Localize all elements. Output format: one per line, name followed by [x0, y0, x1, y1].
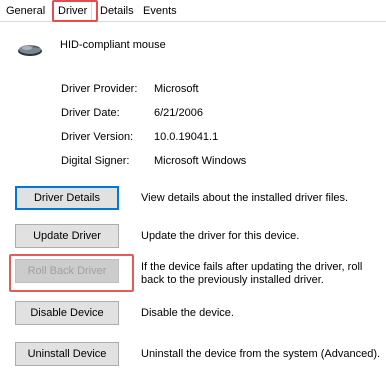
disable-device-description: Disable the device.	[141, 307, 234, 319]
tab-events[interactable]: Events	[139, 3, 181, 22]
uninstall-device-description: Uninstall the device from the system (Ad…	[141, 348, 381, 360]
uninstall-device-button[interactable]: Uninstall Device	[15, 342, 119, 366]
disable-device-button[interactable]: Disable Device	[15, 301, 119, 325]
driver-details-button[interactable]: Driver Details	[15, 186, 119, 210]
update-driver-description: Update the driver for this device.	[141, 230, 300, 242]
tab-driver-highlight	[52, 0, 98, 22]
tab-bar: General Driver Details Events	[0, 0, 386, 22]
mouse-icon	[16, 40, 44, 58]
roll-back-driver-description: If the device fails after updating the d…	[141, 261, 363, 286]
driver-provider-value: Microsoft	[154, 83, 199, 95]
digital-signer-label: Digital Signer:	[61, 155, 130, 167]
driver-date-value: 6/21/2006	[154, 107, 203, 119]
tab-details[interactable]: Details	[96, 3, 138, 22]
driver-version-label: Driver Version:	[61, 131, 134, 143]
device-name: HID-compliant mouse	[60, 39, 166, 51]
roll-back-driver-highlight	[9, 254, 134, 292]
digital-signer-value: Microsoft Windows	[154, 155, 247, 167]
driver-version-value: 10.0.19041.1	[154, 131, 219, 143]
update-driver-button[interactable]: Update Driver	[15, 224, 119, 248]
tab-general[interactable]: General	[2, 3, 49, 22]
driver-details-description: View details about the installed driver …	[141, 192, 349, 204]
driver-provider-label: Driver Provider:	[61, 83, 138, 95]
driver-date-label: Driver Date:	[61, 107, 120, 119]
